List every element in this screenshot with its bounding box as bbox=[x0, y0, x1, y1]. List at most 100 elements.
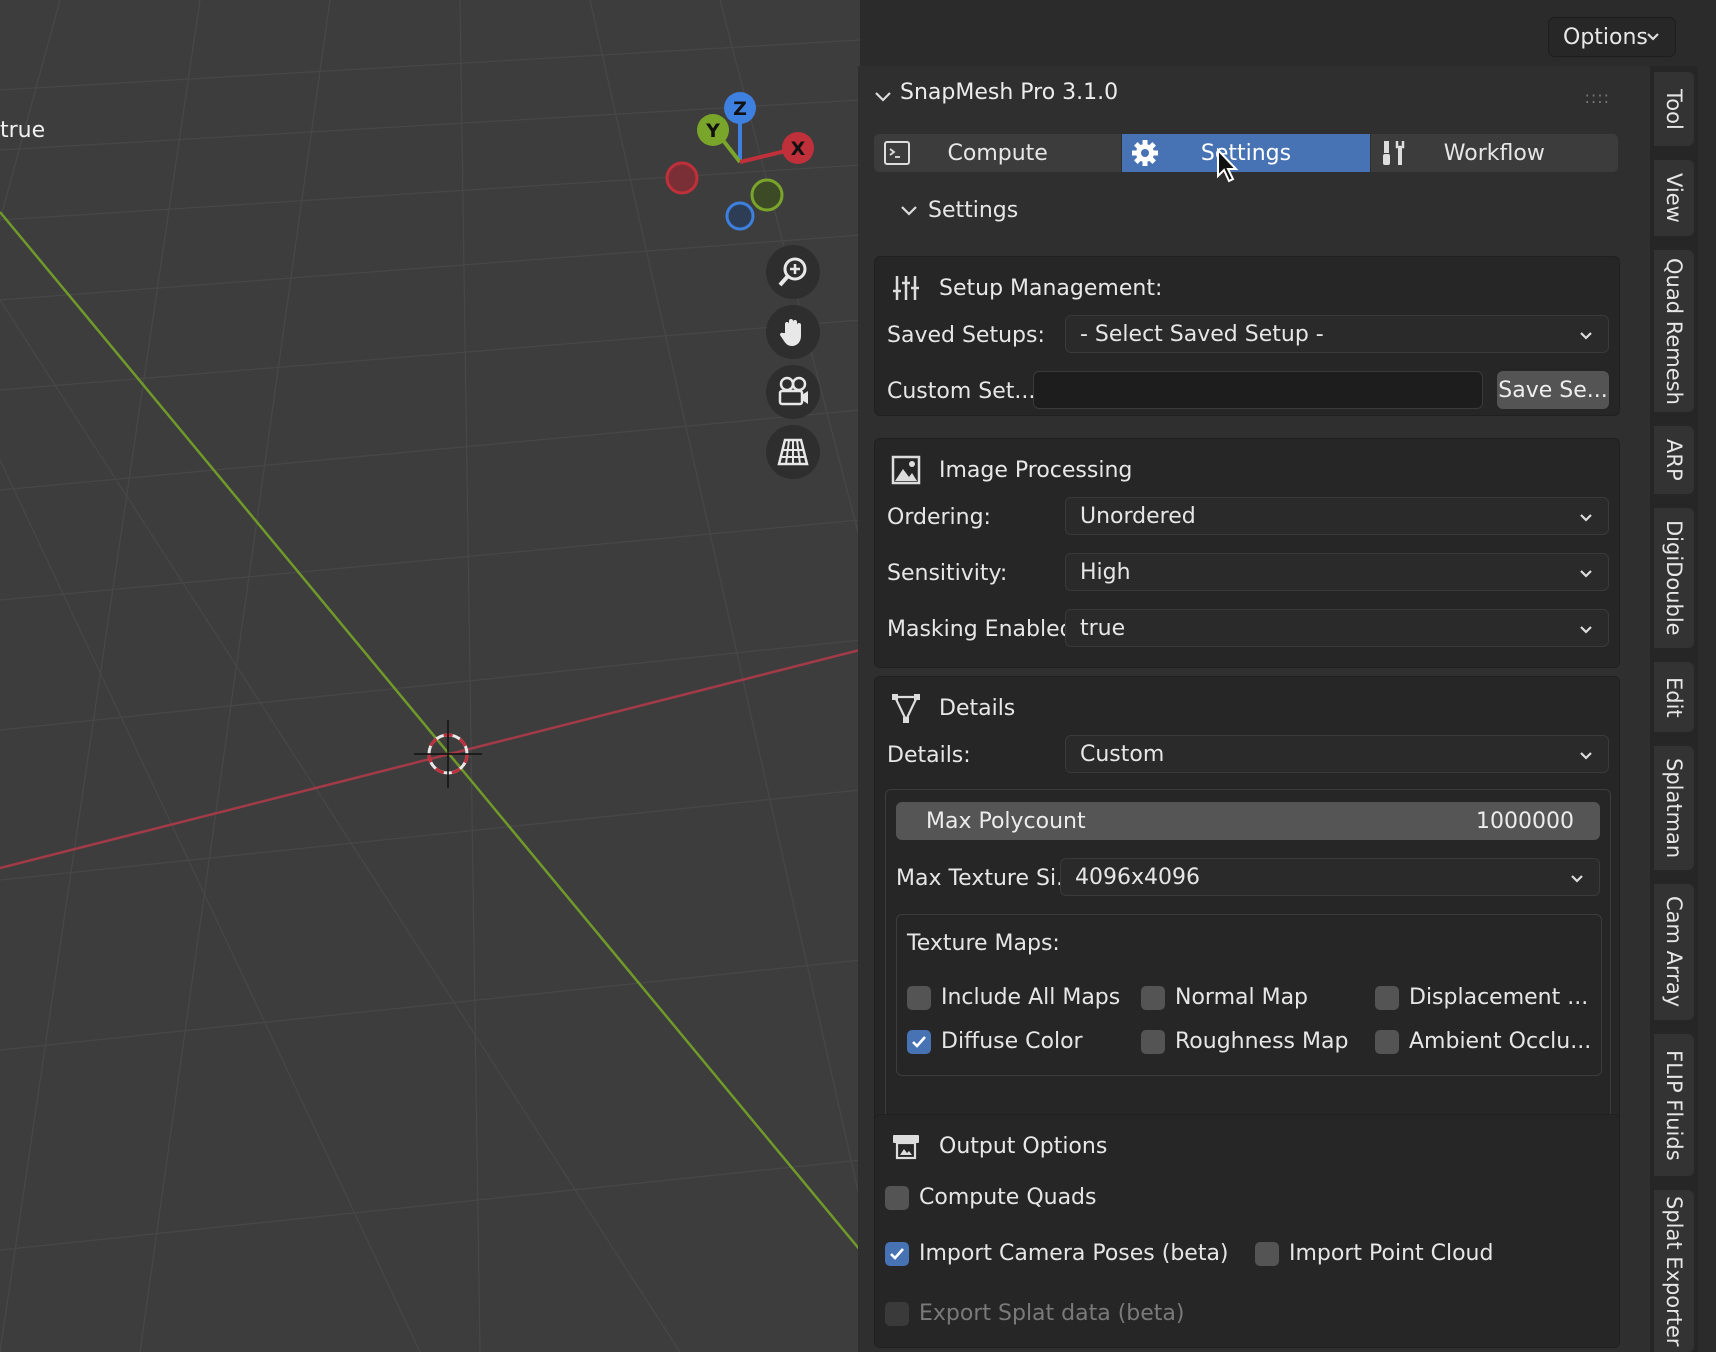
zoom-button[interactable] bbox=[766, 245, 820, 299]
gizmo-z-label: Z bbox=[733, 98, 747, 120]
side-tab-label: DigiDouble bbox=[1662, 520, 1686, 636]
checkbox-box[interactable] bbox=[1375, 1029, 1399, 1054]
side-tab-arp[interactable]: ARP bbox=[1654, 426, 1694, 494]
compute-quads-checkbox[interactable]: Compute Quads bbox=[885, 1185, 1096, 1210]
details-inner-box: Max Polycount 1000000 Max Texture Si... … bbox=[885, 789, 1611, 1149]
checkbox-box[interactable] bbox=[885, 1185, 909, 1210]
chevron-down-icon bbox=[1580, 752, 1592, 760]
gizmo-x-label: X bbox=[791, 138, 806, 160]
import-point-cloud-checkbox[interactable]: Import Point Cloud bbox=[1255, 1241, 1493, 1266]
details-title: Details bbox=[939, 695, 1016, 721]
saved-setups-value: - Select Saved Setup - bbox=[1080, 321, 1324, 347]
normal-map-label: Normal Map bbox=[1175, 985, 1309, 1010]
checkbox-box[interactable] bbox=[1375, 985, 1399, 1010]
perspective-toggle-button[interactable] bbox=[766, 425, 820, 479]
checkbox-box[interactable] bbox=[1141, 985, 1165, 1010]
save-setup-button[interactable]: Save Se... bbox=[1497, 371, 1609, 409]
snapmesh-panel: SnapMesh Pro 3.1.0 :::: Compute Settings… bbox=[858, 66, 1650, 1352]
drag-handle-icon[interactable]: :::: bbox=[1584, 88, 1610, 107]
tab-workflow-label: Workflow bbox=[1443, 140, 1545, 166]
ambient-occlusion-checkbox[interactable]: Ambient Occlu... bbox=[1375, 1029, 1591, 1054]
3d-viewport[interactable]: true Z Y X bbox=[0, 0, 860, 1352]
navigation-gizmo[interactable]: Z Y X bbox=[660, 90, 830, 240]
diffuse-color-label: Diffuse Color bbox=[941, 1029, 1083, 1054]
side-tab-edit[interactable]: Edit bbox=[1654, 662, 1694, 732]
import-point-cloud-label: Import Point Cloud bbox=[1289, 1241, 1494, 1266]
export-splat-checkbox: Export Splat data (beta) bbox=[885, 1301, 1184, 1326]
options-label: Options bbox=[1563, 24, 1648, 50]
checkbox-box[interactable] bbox=[885, 1241, 909, 1266]
details-dropdown[interactable]: Custom bbox=[1065, 735, 1609, 773]
tab-workflow[interactable]: Workflow bbox=[1370, 134, 1618, 172]
custom-setup-label: Custom Set... bbox=[887, 379, 1036, 404]
side-tab-tool[interactable]: Tool bbox=[1654, 72, 1694, 146]
masking-enabled-label: Masking Enabled: bbox=[887, 617, 1081, 642]
include-all-maps-label: Include All Maps bbox=[941, 985, 1121, 1010]
mesh-vertex-icon bbox=[889, 691, 923, 725]
chevron-down-icon[interactable] bbox=[872, 86, 894, 108]
side-tab-label: Cam Array bbox=[1662, 896, 1686, 1008]
checkbox-box bbox=[885, 1301, 909, 1326]
masking-enabled-dropdown[interactable]: true bbox=[1065, 609, 1609, 647]
side-tab-cam-array[interactable]: Cam Array bbox=[1654, 884, 1694, 1020]
settings-subpanel-label: Settings bbox=[928, 198, 1019, 223]
side-tab-label: Splat Exporter bbox=[1662, 1195, 1686, 1347]
tools-icon bbox=[1379, 138, 1409, 168]
checkbox-box[interactable] bbox=[907, 1029, 931, 1054]
max-polycount-slider[interactable]: Max Polycount 1000000 bbox=[896, 802, 1600, 840]
normal-map-checkbox[interactable]: Normal Map bbox=[1141, 985, 1308, 1010]
terminal-icon bbox=[882, 138, 912, 168]
chevron-down-icon bbox=[1580, 626, 1592, 634]
masking-enabled-value: true bbox=[1080, 615, 1126, 641]
displacement-checkbox[interactable]: Displacement ... bbox=[1375, 985, 1588, 1010]
camera-icon bbox=[778, 376, 808, 406]
side-tab-splat-exporter[interactable]: Splat Exporter bbox=[1654, 1190, 1694, 1352]
image-processing-box: Image Processing Ordering: Unordered Sen… bbox=[874, 438, 1620, 668]
max-polycount-value: 1000000 bbox=[1476, 808, 1574, 834]
side-tab-label: ARP bbox=[1662, 439, 1686, 481]
side-tab-splatman[interactable]: Splatman bbox=[1654, 746, 1694, 870]
side-tab-label: Splatman bbox=[1662, 757, 1686, 859]
side-tab-label: Quad Remesh bbox=[1662, 257, 1686, 405]
side-tab-label: Edit bbox=[1662, 676, 1686, 718]
ordering-value: Unordered bbox=[1080, 503, 1196, 529]
options-dropdown[interactable]: Options bbox=[1548, 17, 1676, 57]
sensitivity-dropdown[interactable]: High bbox=[1065, 553, 1609, 591]
sensitivity-value: High bbox=[1080, 559, 1131, 585]
image-processing-title: Image Processing bbox=[939, 457, 1133, 483]
zoom-icon bbox=[778, 257, 807, 287]
roughness-map-label: Roughness Map bbox=[1175, 1029, 1349, 1054]
diffuse-color-checkbox[interactable]: Diffuse Color bbox=[907, 1029, 1083, 1054]
max-polycount-label: Max Polycount bbox=[926, 808, 1086, 834]
include-all-maps-checkbox[interactable]: Include All Maps bbox=[907, 985, 1120, 1010]
checkbox-box[interactable] bbox=[1255, 1241, 1279, 1266]
tab-compute[interactable]: Compute bbox=[874, 134, 1123, 172]
tab-settings[interactable]: Settings bbox=[1122, 134, 1371, 183]
saved-setups-dropdown[interactable]: - Select Saved Setup - bbox=[1065, 315, 1609, 353]
import-camera-poses-checkbox[interactable]: Import Camera Poses (beta) bbox=[885, 1241, 1229, 1266]
mouse-cursor-icon bbox=[1217, 148, 1239, 183]
ordering-label: Ordering: bbox=[887, 505, 991, 530]
settings-subpanel-header[interactable]: Settings bbox=[898, 198, 1018, 223]
side-tab-quad-remesh[interactable]: Quad Remesh bbox=[1654, 250, 1694, 412]
sidebar-category-tabs: Tool View Quad Remesh ARP DigiDouble Edi… bbox=[1650, 66, 1698, 1352]
side-tab-label: FLIP Fluids bbox=[1662, 1049, 1686, 1161]
side-tab-view[interactable]: View bbox=[1654, 160, 1694, 236]
chevron-down-icon bbox=[901, 205, 917, 216]
pan-button[interactable] bbox=[766, 305, 820, 359]
ordering-dropdown[interactable]: Unordered bbox=[1065, 497, 1609, 535]
checkbox-box[interactable] bbox=[907, 985, 931, 1010]
camera-view-button[interactable] bbox=[766, 365, 820, 419]
side-tab-digidouble[interactable]: DigiDouble bbox=[1654, 508, 1694, 648]
output-options-title: Output Options bbox=[939, 1133, 1108, 1159]
max-texture-size-dropdown[interactable]: 4096x4096 bbox=[1060, 858, 1600, 896]
gizmo-y-label: Y bbox=[705, 120, 720, 142]
setup-management-title: Setup Management: bbox=[939, 275, 1163, 301]
panel-header[interactable]: SnapMesh Pro 3.1.0 :::: bbox=[858, 66, 1650, 126]
ambient-occlusion-label: Ambient Occlu... bbox=[1409, 1029, 1592, 1054]
side-tab-flip-fluids[interactable]: FLIP Fluids bbox=[1654, 1034, 1694, 1176]
checkbox-box[interactable] bbox=[1141, 1029, 1165, 1054]
export-splat-label: Export Splat data (beta) bbox=[919, 1301, 1185, 1326]
custom-setup-input[interactable] bbox=[1033, 371, 1483, 409]
roughness-map-checkbox[interactable]: Roughness Map bbox=[1141, 1029, 1348, 1054]
